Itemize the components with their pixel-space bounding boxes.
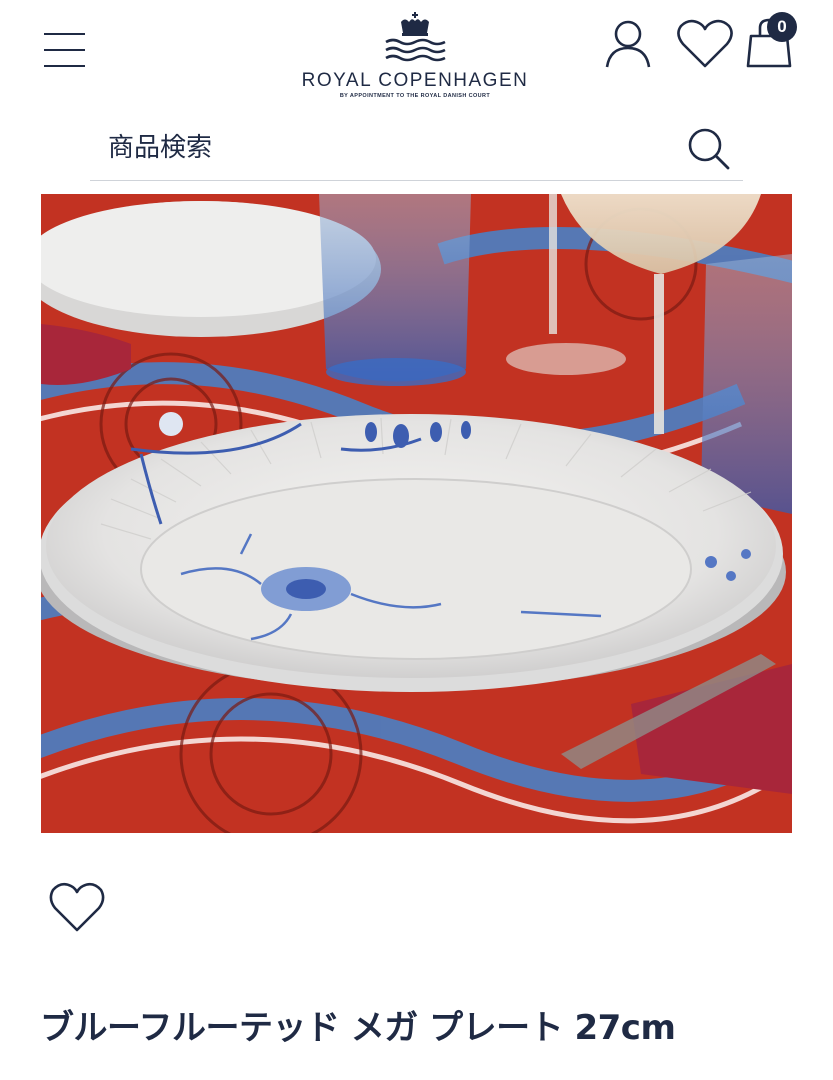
account-button[interactable]: [602, 18, 654, 72]
wishlist-button[interactable]: [675, 18, 735, 70]
favorite-button[interactable]: [46, 876, 108, 936]
search-icon: [688, 128, 730, 170]
product-image[interactable]: [41, 194, 792, 833]
menu-button[interactable]: [40, 30, 88, 70]
crown-logo-icon: [385, 12, 446, 62]
search-bar: [90, 118, 743, 181]
hamburger-menu-icon: [44, 33, 85, 67]
cart-count-badge: 0: [767, 12, 797, 42]
search-button[interactable]: [684, 124, 734, 174]
product-title: ブルーフルーテッド メガ プレート 27cm: [40, 1008, 676, 1048]
cart-button[interactable]: 0: [743, 12, 803, 72]
heart-icon: [677, 19, 733, 68]
search-input[interactable]: [108, 126, 668, 170]
product-photo: [41, 194, 792, 833]
site-header: ROYAL COPENHAGEN BY APPOINTMENT TO THE R…: [0, 0, 833, 110]
brand-tagline: BY APPOINTMENT TO THE ROYAL DANISH COURT: [339, 93, 491, 99]
user-icon: [605, 20, 651, 68]
brand-name: ROYAL COPENHAGEN: [301, 70, 529, 91]
brand-logo[interactable]: ROYAL COPENHAGEN BY APPOINTMENT TO THE R…: [270, 8, 560, 99]
heart-outline-icon: [49, 882, 105, 932]
